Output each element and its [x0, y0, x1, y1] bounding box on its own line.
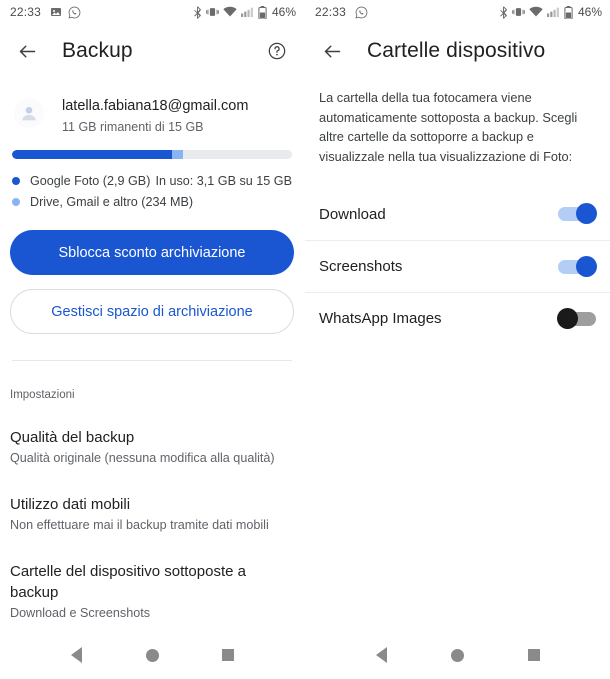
avatar — [14, 98, 44, 128]
setting-title: Qualità del backup — [10, 429, 135, 446]
device-folders-screen: 22:33 46% Cartelle dispositivo La cartel… — [305, 0, 610, 679]
whatsapp-icon — [355, 6, 368, 19]
storage-segment-photos — [12, 150, 172, 159]
folder-row-whatsapp-images[interactable]: WhatsApp Images — [305, 292, 610, 344]
legend-label-photos: Google Foto (2,9 GB) — [30, 173, 151, 188]
status-bar-system-icons: 46% — [499, 5, 602, 19]
battery-icon — [258, 5, 267, 19]
status-bar-notification-icons — [355, 6, 368, 19]
status-bar-system-icons: 46% — [193, 5, 296, 19]
setting-title: Cartelle del dispositivo sottoposte a ba… — [10, 563, 246, 601]
android-nav-bar-right — [305, 631, 610, 679]
device-folders-list: Download Screenshots WhatsApp Images — [305, 188, 610, 344]
folder-label: Screenshots — [319, 258, 403, 275]
bluetooth-icon — [193, 5, 202, 19]
legend-label-other: Drive, Gmail e altro (234 MB) — [30, 194, 194, 209]
legend-row-photos: Google Foto (2,9 GB) In uso: 3,1 GB su 1… — [12, 170, 292, 191]
toggle-thumb — [576, 255, 597, 277]
vibrate-icon — [512, 6, 525, 18]
storage-usage-text: In uso: 3,1 GB su 15 GB — [155, 173, 292, 188]
signal-icon — [240, 6, 254, 18]
status-bar-time: 22:33 — [315, 5, 347, 19]
status-bar-left: 22:33 46% — [0, 0, 304, 24]
bluetooth-icon — [499, 5, 508, 19]
dual-screenshot-container: 22:33 46% Backup latella.fabiana18@gmail… — [0, 0, 610, 679]
setting-backup-quality[interactable]: Qualità del backup Qualità originale (ne… — [0, 401, 304, 468]
status-bar-notification-icons — [50, 6, 81, 19]
battery-percentage: 46% — [577, 5, 602, 19]
account-details: latella.fabiana18@gmail.com 11 GB rimane… — [62, 96, 248, 136]
setting-mobile-data-usage[interactable]: Utilizzo dati mobili Non effettuare mai … — [0, 468, 304, 535]
nav-recents-icon[interactable] — [519, 640, 549, 670]
battery-icon — [564, 5, 573, 19]
storage-progress-bar — [12, 150, 292, 159]
android-nav-bar-left — [0, 631, 304, 679]
legend-dot-photos — [12, 176, 20, 185]
folder-row-download[interactable]: Download — [305, 188, 610, 240]
signal-icon — [546, 6, 560, 18]
toggle-thumb — [557, 307, 578, 329]
back-arrow-icon[interactable] — [319, 38, 345, 64]
folder-label: Download — [319, 205, 386, 223]
folder-toggle-download[interactable] — [558, 203, 597, 224]
wifi-icon — [529, 6, 543, 18]
setting-subtitle: Non effettuare mai il backup tramite dat… — [10, 518, 269, 532]
whatsapp-icon — [68, 6, 81, 19]
back-arrow-icon[interactable] — [14, 38, 40, 64]
storage-segment-other — [171, 150, 183, 159]
wifi-icon — [223, 6, 237, 18]
backup-app-bar: Backup — [0, 24, 304, 78]
folder-toggle-whatsapp-images[interactable] — [557, 307, 596, 329]
nav-back-icon[interactable] — [61, 640, 91, 670]
manage-storage-button[interactable]: Gestisci spazio di archiviazione — [10, 289, 294, 334]
account-email: latella.fabiana18@gmail.com — [62, 98, 249, 114]
device-folders-description: La cartella della tua fotocamera viene a… — [319, 90, 578, 164]
left-content-filler — [0, 623, 304, 631]
storage-actions: Sblocca sconto archiviazione Gestisci sp… — [0, 212, 304, 334]
storage-usage-section: Google Foto (2,9 GB) In uso: 3,1 GB su 1… — [0, 136, 304, 212]
nav-home-icon[interactable] — [137, 640, 167, 670]
status-bar-right: 22:33 46% — [305, 0, 610, 24]
nav-home-icon[interactable] — [442, 640, 472, 670]
setting-subtitle: Qualità originale (nessuna modifica alla… — [10, 451, 275, 465]
account-storage-remaining: 11 GB rimanenti di 15 GB — [62, 120, 204, 134]
unlock-storage-discount-button[interactable]: Sblocca sconto archiviazione — [10, 230, 294, 275]
folder-row-screenshots[interactable]: Screenshots — [305, 240, 610, 292]
setting-device-folders[interactable]: Cartelle del dispositivo sottoposte a ba… — [0, 535, 304, 623]
page-title: Cartelle dispositivo — [367, 39, 546, 62]
backup-settings-screen: 22:33 46% Backup latella.fabiana18@gmail… — [0, 0, 305, 679]
device-folders-app-bar: Cartelle dispositivo — [305, 24, 610, 78]
status-bar-time: 22:33 — [10, 5, 42, 19]
folder-toggle-screenshots[interactable] — [558, 255, 597, 277]
nav-recents-icon[interactable] — [213, 640, 243, 670]
storage-legend: Google Foto (2,9 GB) In uso: 3,1 GB su 1… — [12, 170, 292, 212]
folder-label: WhatsApp Images — [319, 310, 442, 327]
account-row[interactable]: latella.fabiana18@gmail.com 11 GB rimane… — [0, 78, 304, 136]
legend-row-other: Drive, Gmail e altro (234 MB) — [12, 191, 292, 212]
help-circle-icon[interactable] — [264, 38, 290, 64]
settings-section-header: Impostazioni — [10, 389, 75, 401]
legend-dot-other — [12, 197, 20, 206]
image-icon — [50, 6, 62, 18]
battery-percentage: 46% — [271, 5, 296, 19]
setting-title: Utilizzo dati mobili — [10, 496, 131, 513]
toggle-thumb — [576, 203, 597, 224]
nav-back-icon[interactable] — [366, 640, 396, 670]
right-content-filler — [305, 344, 610, 631]
setting-subtitle: Download e Screenshots — [10, 606, 151, 620]
vibrate-icon — [206, 6, 219, 18]
page-title: Backup — [62, 39, 133, 62]
